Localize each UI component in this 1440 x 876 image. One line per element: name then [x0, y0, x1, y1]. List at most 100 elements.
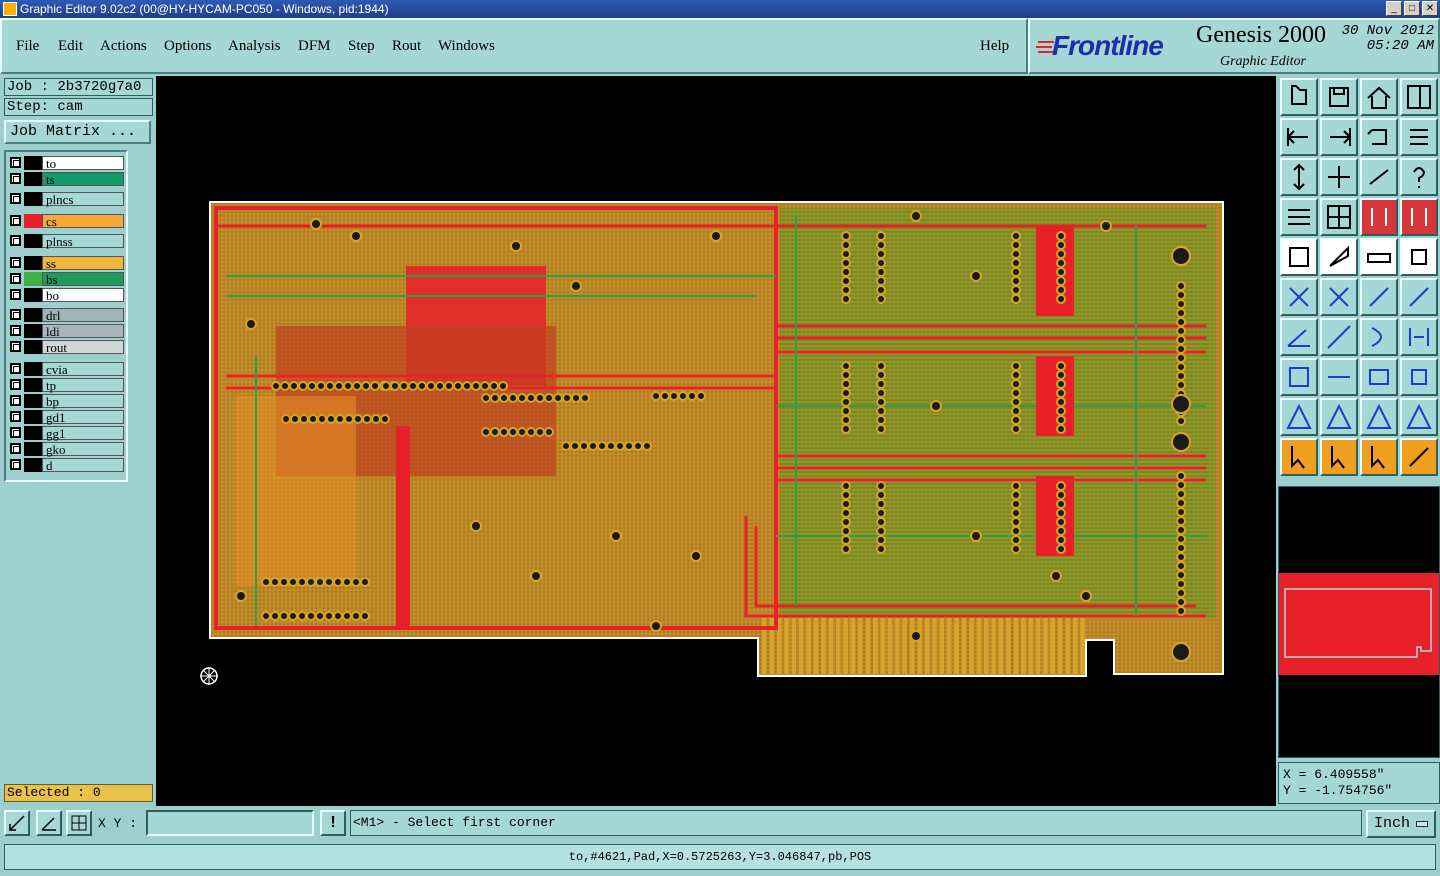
- measure-button[interactable]: [1360, 358, 1398, 396]
- layer-row-gko[interactable]: gko: [8, 442, 126, 456]
- layer-row-plncs[interactable]: plncs: [8, 192, 126, 206]
- tri-a-button[interactable]: [1280, 398, 1318, 436]
- route-button[interactable]: [1400, 438, 1438, 476]
- layer-swatch[interactable]: [24, 234, 42, 248]
- line-button[interactable]: [1320, 318, 1358, 356]
- layer-checkbox[interactable]: [10, 427, 21, 438]
- flip-button[interactable]: [1400, 318, 1438, 356]
- layer-checkbox[interactable]: [10, 325, 21, 336]
- unit-selector[interactable]: Inch: [1366, 810, 1436, 838]
- layer-checkbox[interactable]: [10, 363, 21, 374]
- save-button[interactable]: [1320, 78, 1358, 116]
- pad-button[interactable]: [1280, 238, 1318, 276]
- help-button[interactable]: [1400, 158, 1438, 196]
- polygon-button[interactable]: [1320, 238, 1358, 276]
- layer-name[interactable]: ss: [42, 256, 124, 270]
- layer-checkbox[interactable]: [10, 215, 21, 226]
- scale-button[interactable]: [1360, 158, 1398, 196]
- layer-name[interactable]: bp: [42, 394, 124, 408]
- copy-button[interactable]: [1400, 278, 1438, 316]
- layer-swatch[interactable]: [24, 442, 42, 456]
- layer-row-gd1[interactable]: gd1: [8, 410, 126, 424]
- connect-button[interactable]: [1280, 278, 1318, 316]
- menu-windows[interactable]: Windows: [438, 38, 495, 55]
- layer-name[interactable]: rout: [42, 340, 124, 354]
- zoom-left-button[interactable]: [1280, 118, 1318, 156]
- layer-swatch[interactable]: [24, 426, 42, 440]
- fit-all-button[interactable]: [1320, 158, 1358, 196]
- layer-swatch[interactable]: [24, 214, 42, 228]
- grid-button[interactable]: [66, 810, 92, 836]
- layer-checkbox[interactable]: [10, 235, 21, 246]
- layer-name[interactable]: gko: [42, 442, 124, 456]
- layer-name[interactable]: gd1: [42, 410, 124, 424]
- layer-checkbox[interactable]: [10, 193, 21, 204]
- window-button[interactable]: [1400, 78, 1438, 116]
- layer-checkbox[interactable]: [10, 341, 21, 352]
- close-button[interactable]: ✕: [1422, 1, 1438, 16]
- layer-name[interactable]: plnss: [42, 234, 124, 248]
- layer-checkbox[interactable]: [10, 257, 21, 268]
- step-button[interactable]: [1400, 118, 1438, 156]
- layer-row-bs[interactable]: bs: [8, 272, 126, 286]
- menu-analysis[interactable]: Analysis: [228, 38, 281, 55]
- move-button[interactable]: [1360, 278, 1398, 316]
- select-button[interactable]: [1280, 438, 1318, 476]
- layer-checkbox[interactable]: [10, 459, 21, 470]
- layer-swatch[interactable]: [24, 272, 42, 286]
- layer-swatch[interactable]: [24, 362, 42, 376]
- select-box-button[interactable]: [1320, 438, 1358, 476]
- menu-options[interactable]: Options: [164, 38, 212, 55]
- layer-checkbox[interactable]: [10, 157, 21, 168]
- layer-row-tp[interactable]: tp: [8, 378, 126, 392]
- open-job-button[interactable]: [1280, 78, 1318, 116]
- layer-row-gg1[interactable]: gg1: [8, 426, 126, 440]
- layer-name[interactable]: ldi: [42, 324, 124, 338]
- ruler-button[interactable]: [1360, 238, 1398, 276]
- tri-b-button[interactable]: [1320, 398, 1358, 436]
- layer-swatch[interactable]: [24, 340, 42, 354]
- layer-name[interactable]: drl: [42, 308, 124, 322]
- layer-list-scrollbar[interactable]: [129, 150, 153, 482]
- layer-checkbox[interactable]: [10, 289, 21, 300]
- layer-swatch[interactable]: [24, 288, 42, 302]
- layer-name[interactable]: plncs: [42, 192, 124, 206]
- menu-help[interactable]: Help: [980, 38, 1009, 55]
- angle-button[interactable]: [1280, 318, 1318, 356]
- angle-button[interactable]: [36, 810, 62, 836]
- layer-name[interactable]: to: [42, 156, 124, 170]
- fit-vertical-button[interactable]: [1280, 158, 1318, 196]
- overview-window[interactable]: [1278, 486, 1440, 758]
- layer-row-bp[interactable]: bp: [8, 394, 126, 408]
- layer-checkbox[interactable]: [10, 411, 21, 422]
- undo-button[interactable]: [1360, 118, 1398, 156]
- layer-swatch[interactable]: [24, 192, 42, 206]
- maximize-button[interactable]: □: [1404, 1, 1420, 16]
- layer-checkbox[interactable]: [10, 379, 21, 390]
- menu-actions[interactable]: Actions: [100, 38, 147, 55]
- layer-row-to[interactable]: to: [8, 156, 126, 170]
- zoom-right-button[interactable]: [1320, 118, 1358, 156]
- layer-checkbox[interactable]: [10, 309, 21, 320]
- layer-name[interactable]: bo: [42, 288, 124, 302]
- layer-name[interactable]: cs: [42, 214, 124, 228]
- menu-file[interactable]: File: [16, 38, 39, 55]
- layer-checkbox[interactable]: [10, 395, 21, 406]
- layer-name[interactable]: ts: [42, 172, 124, 186]
- menu-rout[interactable]: Rout: [392, 38, 421, 55]
- layer-swatch[interactable]: [24, 256, 42, 270]
- layers-a-button[interactable]: [1360, 198, 1398, 236]
- layer-row-rout[interactable]: rout: [8, 340, 126, 354]
- layer-row-bo[interactable]: bo: [8, 288, 126, 302]
- layer-swatch[interactable]: [24, 308, 42, 322]
- layer-swatch[interactable]: [24, 410, 42, 424]
- arc-button[interactable]: [1360, 318, 1398, 356]
- home-button[interactable]: [1360, 78, 1398, 116]
- layer-row-drl[interactable]: drl: [8, 308, 126, 322]
- layer-row-cs[interactable]: cs: [8, 214, 126, 228]
- job-matrix-button[interactable]: Job Matrix ...: [4, 120, 151, 144]
- layer-row-ts[interactable]: ts: [8, 172, 126, 186]
- layer-checkbox[interactable]: [10, 173, 21, 184]
- layer-swatch[interactable]: [24, 156, 42, 170]
- layer-name[interactable]: tp: [42, 378, 124, 392]
